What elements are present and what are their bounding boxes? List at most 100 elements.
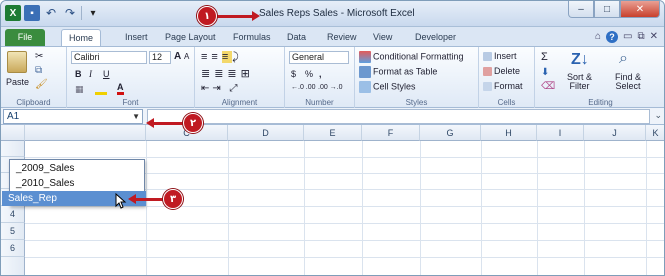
font-size-select[interactable]: 12 xyxy=(149,51,171,64)
tab-file[interactable]: File xyxy=(5,29,45,46)
number-format-select[interactable]: General xyxy=(289,51,349,64)
sort-filter-button[interactable]: Sort & Filter xyxy=(567,73,592,91)
minimize-button[interactable]: – xyxy=(568,1,594,18)
column-header-i[interactable]: I xyxy=(537,125,584,141)
increase-decimal-button[interactable]: ←.0 .00 xyxy=(291,84,316,91)
sort-filter-icon[interactable]: Z↓ xyxy=(571,51,589,69)
tab-row-controls: ⌂ ? ▭ ⧉ ✕ xyxy=(595,31,658,43)
horizontal-align-icons[interactable]: ≣≣≣⊞ xyxy=(201,67,254,80)
find-binoculars-icon[interactable]: ⌕ xyxy=(619,50,628,68)
quick-access-toolbar: X ▪ ↶ ↷ ▾ xyxy=(5,5,101,21)
find-select-button[interactable]: Find & Select xyxy=(615,73,641,91)
column-header-ab[interactable] xyxy=(25,125,146,141)
format-as-table-button[interactable]: Format as Table xyxy=(359,66,437,78)
tab-review[interactable]: Review xyxy=(321,29,363,46)
tab-developer[interactable]: Developer xyxy=(409,29,462,46)
group-font: Calibri 12 A A B I U ▦ A Font xyxy=(67,47,195,108)
delete-cells-button[interactable]: Delete xyxy=(483,66,520,77)
bold-button[interactable]: B xyxy=(75,69,82,79)
column-header-h[interactable]: H xyxy=(481,125,537,141)
qat-separator xyxy=(81,6,82,20)
restore-icon[interactable]: ▭ xyxy=(623,31,632,43)
paste-icon[interactable] xyxy=(7,51,27,73)
format-painter-icon[interactable]: 🖌 xyxy=(35,79,48,90)
copy-icon[interactable]: ⧉ xyxy=(35,65,42,76)
mouse-pointer-icon xyxy=(115,193,127,209)
comma-button[interactable]: , xyxy=(319,69,322,79)
redo-icon[interactable]: ↷ xyxy=(62,5,78,21)
delete-cells-icon xyxy=(483,67,492,77)
insert-cells-button[interactable]: Insert xyxy=(483,51,517,62)
row-header-6[interactable]: 6 xyxy=(1,240,25,257)
font-group-label: Font xyxy=(122,98,139,107)
doc-restore-icon[interactable]: ⧉ xyxy=(637,31,644,43)
column-header-g[interactable]: G xyxy=(420,125,481,141)
fill-color-icon[interactable] xyxy=(95,84,107,95)
gridline xyxy=(420,141,421,275)
fill-icon[interactable]: ⬇ xyxy=(541,67,549,78)
column-header-d[interactable]: D xyxy=(228,125,304,141)
tab-view[interactable]: View xyxy=(367,29,398,46)
indent-icons[interactable]: ⇤⇥ ⤢ xyxy=(201,83,241,94)
styles-group-label: Styles xyxy=(405,98,428,107)
paste-button[interactable]: Paste xyxy=(6,77,29,87)
maximize-button[interactable]: □ xyxy=(594,1,620,18)
row-header-1[interactable] xyxy=(1,141,25,157)
format-cells-button[interactable]: Format xyxy=(483,81,523,92)
shrink-font-button[interactable]: A xyxy=(184,52,189,61)
tab-home[interactable]: Home xyxy=(61,29,101,46)
underline-button[interactable]: U xyxy=(103,69,110,79)
row-header-7[interactable] xyxy=(1,257,25,275)
excel-logo-icon[interactable]: X xyxy=(5,5,21,21)
grow-font-button[interactable]: A xyxy=(174,51,181,62)
clear-icon[interactable]: ⌫ xyxy=(541,81,555,92)
conditional-formatting-icon xyxy=(359,51,371,63)
format-cells-label: Format xyxy=(494,81,523,91)
callout-arrow-2 xyxy=(146,118,183,128)
undo-icon[interactable]: ↶ xyxy=(43,5,59,21)
cell-styles-button[interactable]: Cell Styles xyxy=(359,81,416,93)
row-header-4[interactable]: 4 xyxy=(1,206,25,223)
customize-qat-icon[interactable]: ▾ xyxy=(85,5,101,21)
name-box-dropdown-icon[interactable]: ▼ xyxy=(132,110,140,123)
gridline xyxy=(584,141,585,275)
minimize-ribbon-icon[interactable]: ⌂ xyxy=(595,31,601,43)
column-header-j[interactable]: J xyxy=(584,125,646,141)
save-icon[interactable]: ▪ xyxy=(24,5,40,21)
list-item[interactable]: _2010_Sales xyxy=(10,176,144,191)
close-button[interactable]: ✕ xyxy=(620,1,660,18)
font-color-button[interactable]: A xyxy=(117,82,124,95)
tab-insert[interactable]: Insert xyxy=(119,29,154,46)
window-title: Sales Reps Sales - Microsoft Excel xyxy=(259,8,415,19)
find-select-label-2: Select xyxy=(615,81,641,91)
tab-data[interactable]: Data xyxy=(281,29,312,46)
gridline xyxy=(304,141,305,275)
decrease-decimal-button[interactable]: .00 →.0 xyxy=(318,84,343,91)
italic-button[interactable]: I xyxy=(89,69,92,79)
help-icon[interactable]: ? xyxy=(606,31,619,43)
vertical-align-icons[interactable]: ≡≡≡⤸ xyxy=(201,51,243,64)
autosum-button[interactable]: Σ xyxy=(541,51,548,63)
column-header-f[interactable]: F xyxy=(362,125,420,141)
cut-icon[interactable]: ✂ xyxy=(35,51,43,62)
cell-styles-icon xyxy=(359,81,371,93)
percent-button[interactable]: % xyxy=(305,69,313,79)
expand-formula-bar-icon[interactable]: ⌄ xyxy=(654,110,662,121)
row-header-5[interactable]: 5 xyxy=(1,223,25,240)
conditional-formatting-button[interactable]: Conditional Formatting xyxy=(359,51,464,63)
select-all-corner[interactable] xyxy=(1,125,25,141)
name-box[interactable]: A1 ▼ xyxy=(3,109,143,124)
column-header-k[interactable]: K xyxy=(646,125,664,141)
group-styles: Conditional Formatting Format as Table C… xyxy=(355,47,479,108)
list-item[interactable]: _2009_Sales xyxy=(10,161,144,176)
doc-close-icon[interactable]: ✕ xyxy=(650,31,658,43)
borders-icon[interactable]: ▦ xyxy=(75,84,84,95)
tab-formulas[interactable]: Formulas xyxy=(227,29,277,46)
tab-page-layout[interactable]: Page Layout xyxy=(159,29,222,46)
column-header-e[interactable]: E xyxy=(304,125,362,141)
font-family-select[interactable]: Calibri xyxy=(71,51,147,64)
currency-button[interactable]: $ xyxy=(291,69,296,79)
formula-input[interactable] xyxy=(147,109,650,124)
alignment-group-label: Alignment xyxy=(221,98,258,107)
ribbon: Paste ✂ ⧉ 🖌 Clipboard Calibri 12 A A B I… xyxy=(1,46,664,108)
